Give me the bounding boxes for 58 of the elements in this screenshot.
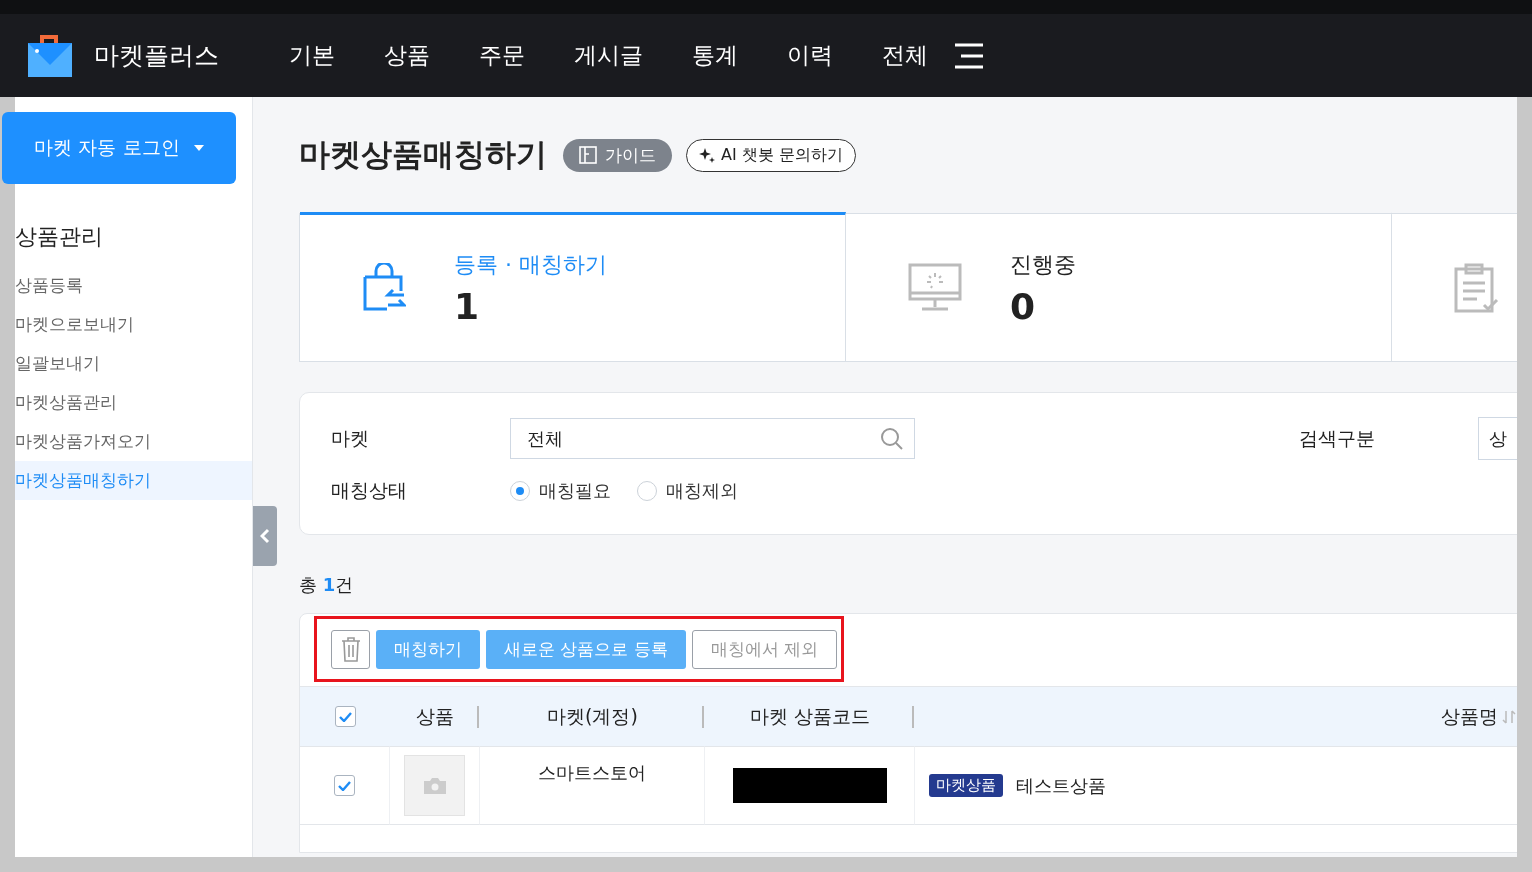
clipboard-check-icon xyxy=(1454,263,1500,313)
status-count: 0 xyxy=(1010,285,1037,327)
nav-item[interactable]: 상품 xyxy=(384,40,430,71)
book-icon xyxy=(579,146,597,164)
select-all-checkbox[interactable] xyxy=(334,706,356,727)
sidebar-item[interactable]: 마켓으로보내기 xyxy=(15,305,252,344)
filter-label: 매칭상태 xyxy=(331,478,408,503)
checkmark-icon xyxy=(338,711,352,722)
product-tag: 마켓상품 xyxy=(929,774,1003,797)
search-type-select[interactable]: 상 xyxy=(1478,417,1517,460)
column-header[interactable]: 상품 xyxy=(416,703,454,730)
monitor-icon xyxy=(908,263,962,313)
sort-icon[interactable] xyxy=(1502,708,1516,725)
guide-button[interactable]: 가이드 xyxy=(563,138,672,172)
nav-item[interactable]: 전체 xyxy=(882,40,928,71)
collapse-sidebar-button[interactable] xyxy=(253,506,277,566)
chevron-left-icon xyxy=(260,528,270,544)
market-search-field[interactable]: 전체 xyxy=(510,418,915,459)
status-card[interactable]: 등록 · 매칭하기 1 xyxy=(300,212,846,361)
status-label: 등록 · 매칭하기 xyxy=(454,250,607,279)
nav-item[interactable]: 주문 xyxy=(479,40,525,71)
radio-option[interactable]: 매칭필요 xyxy=(510,479,611,503)
row-checkbox[interactable] xyxy=(334,775,355,796)
nav-item[interactable]: 기본 xyxy=(289,40,335,71)
column-header[interactable]: 상품명 xyxy=(1441,703,1498,730)
table-cell: 스마트스토어 xyxy=(538,761,646,785)
menu-icon[interactable] xyxy=(955,42,983,69)
checkmark-icon xyxy=(338,780,351,791)
radio-button[interactable] xyxy=(637,481,657,501)
status-count: 1 xyxy=(454,285,481,327)
ai-chatbot-button[interactable]: AI 챗봇 문의하기 xyxy=(686,138,856,172)
sidebar-item[interactable]: 상품등록 xyxy=(15,266,252,305)
table-cell: 테스트상품 xyxy=(1016,773,1106,798)
camera-icon xyxy=(423,777,446,794)
status-label: 진행중 xyxy=(1010,250,1076,279)
column-header[interactable]: 마켓(계정) xyxy=(547,703,638,730)
sidebar-item[interactable]: 마켓상품관리 xyxy=(15,383,252,422)
search-icon[interactable] xyxy=(880,426,904,451)
app-name: 마켓플러스 xyxy=(94,40,219,72)
caret-icon xyxy=(193,145,204,151)
trash-icon xyxy=(340,636,361,662)
page-title: 마켓상품매칭하기 xyxy=(299,135,547,174)
filter-label: 검색구분 xyxy=(1299,425,1376,451)
sidebar-item[interactable]: 마켓상품가져오기 xyxy=(15,422,252,461)
nav-item[interactable]: 게시글 xyxy=(574,40,643,71)
logo-icon xyxy=(28,34,72,77)
status-card[interactable]: 진행중 0 xyxy=(846,212,1392,361)
filter-label: 마켓 xyxy=(331,425,370,451)
sidebar-item[interactable]: 일괄보내기 xyxy=(15,344,252,383)
nav-item[interactable]: 이력 xyxy=(787,40,833,71)
sparkle-icon xyxy=(699,147,715,163)
nav-item[interactable]: 통계 xyxy=(692,40,738,71)
delete-button[interactable] xyxy=(331,629,370,669)
shopping-bag-icon xyxy=(362,263,406,313)
radio-button[interactable] xyxy=(510,481,530,501)
section-title: 상품관리 xyxy=(15,223,104,251)
radio-option[interactable]: 매칭제외 xyxy=(637,479,738,503)
total-count: 총 1건 xyxy=(299,573,355,597)
